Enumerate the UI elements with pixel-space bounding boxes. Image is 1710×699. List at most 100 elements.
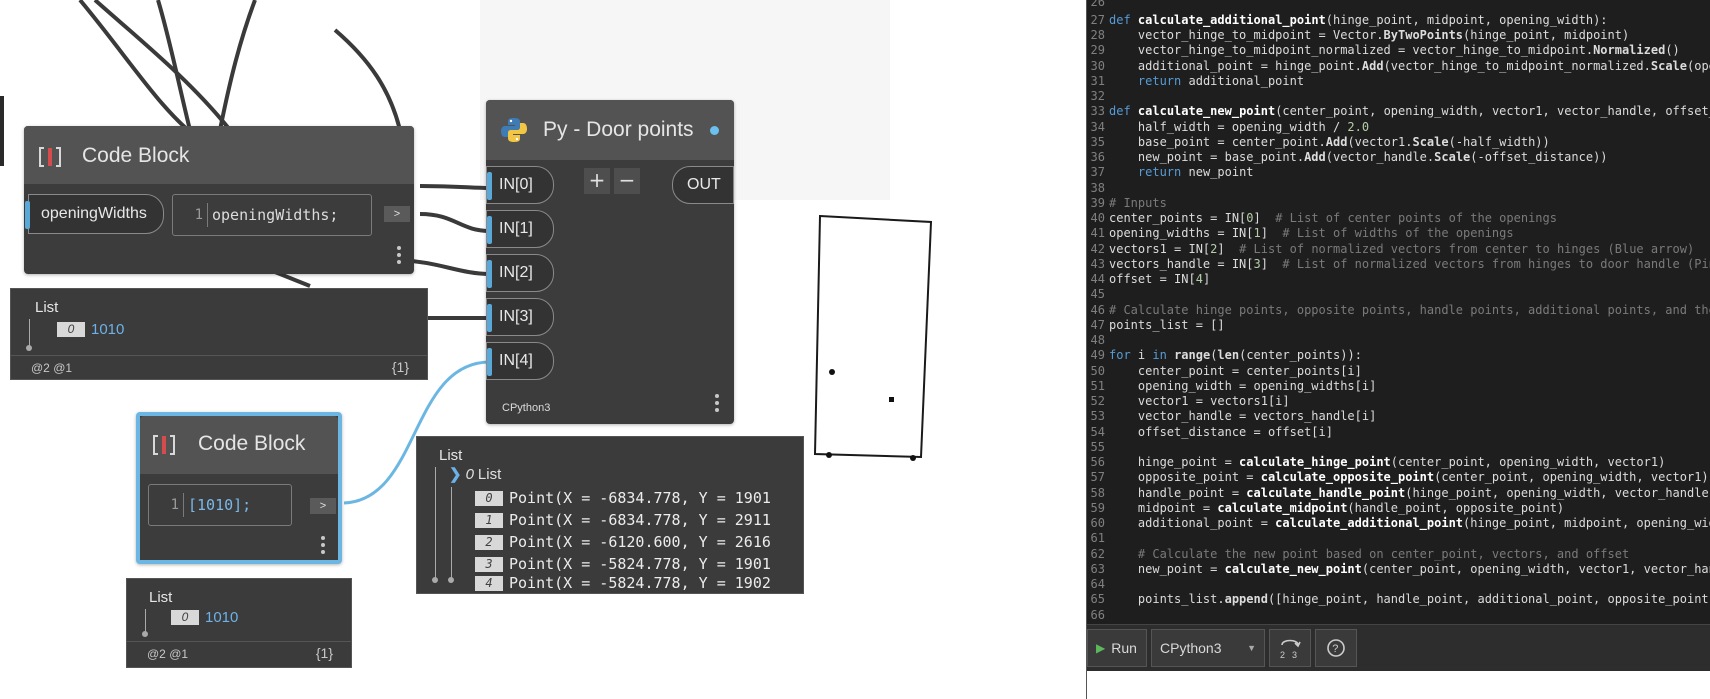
code-block-icon [39, 147, 61, 167]
list-item: 3 Point(X = -5824.778, Y = 1901 [475, 553, 771, 575]
engine-value: CPython3 [1160, 640, 1222, 656]
python-script-node[interactable]: Py - Door points IN[0] IN[1] IN[2] IN[3]… [486, 100, 734, 424]
node-menu-icon[interactable] [714, 394, 720, 416]
input-port-2[interactable]: IN[2] [486, 254, 554, 292]
input-port-0[interactable]: IN[0] [486, 166, 554, 204]
wire [156, 0, 192, 131]
list-index: 2 [475, 534, 503, 550]
sublist-index: 0 [465, 465, 474, 483]
port-label: IN[3] [499, 308, 533, 325]
add-input-button[interactable]: + [584, 168, 610, 194]
point-value: Point(X = -6834.778, Y = 2911 [509, 511, 771, 529]
input-port-openingWidths[interactable]: openingWidths [25, 194, 164, 234]
list-index: 4 [475, 575, 503, 591]
code-block-node-selected[interactable]: Code Block 1 [1010]; > [136, 412, 342, 564]
wire [333, 28, 402, 131]
node-header[interactable]: Code Block [24, 126, 414, 184]
watch-preview-bubble: List 0 1010 @2 @1 {1} [10, 288, 428, 380]
list-item: 0 1010 [57, 321, 124, 338]
preview-title: List [35, 299, 59, 316]
input-port-1[interactable]: IN[1] [486, 210, 554, 248]
code-text: openingWidths; [212, 206, 339, 224]
list-item: 0 Point(X = -6834.778, Y = 1901 [475, 487, 771, 509]
watch-preview-bubble: List 0 1010 @2 @1 {1} [126, 578, 352, 668]
editor-toolbar: ▶ Run CPython3 ▼ 2 3 ? [1087, 624, 1710, 672]
door-geometry-preview [813, 214, 933, 461]
run-label: Run [1111, 640, 1137, 656]
list-item: 0 1010 [171, 609, 238, 626]
output-port[interactable]: OUT [672, 166, 734, 204]
port-label: openingWidths [41, 205, 147, 222]
node-menu-icon[interactable] [396, 246, 402, 268]
sublist-label: List [477, 465, 502, 483]
node-title: Code Block [198, 432, 306, 455]
wire [419, 212, 491, 233]
svg-text:2: 2 [1280, 650, 1285, 660]
wire [419, 184, 491, 190]
node-title: Code Block [82, 144, 190, 167]
port-label: IN[4] [499, 352, 533, 369]
code-editor-field[interactable]: 1 openingWidths; [172, 194, 372, 236]
code-area[interactable]: 26 27 def calculate_additional_point(hing… [1087, 0, 1710, 624]
input-port-3[interactable]: IN[3] [486, 298, 554, 336]
line-number: 1 [170, 497, 179, 513]
point-value: Point(X = -6834.778, Y = 1901 [509, 489, 771, 507]
list-index: 0 [475, 490, 503, 506]
wire [218, 0, 257, 131]
help-button[interactable]: ? [1315, 629, 1357, 667]
preview-title: List [439, 447, 463, 464]
point-value: Point(X = -5824.778, Y = 1902 [509, 574, 771, 592]
engine-label: CPython3 [502, 402, 551, 414]
svg-text:3: 3 [1292, 650, 1297, 660]
list-item: 4 Point(X = -5824.778, Y = 1902 [475, 574, 771, 592]
python-script-editor[interactable]: 26 27 def calculate_additional_point(hing… [1086, 0, 1710, 699]
point-value: Point(X = -5824.778, Y = 1901 [509, 555, 771, 573]
watch-preview-bubble: List ❯ 0 List 0 Point(X = -6834.778, Y = … [416, 436, 804, 594]
engine-dropdown[interactable]: CPython3 ▼ [1151, 629, 1265, 667]
modified-indicator [710, 126, 719, 135]
editor-bottom-strip [1087, 671, 1710, 699]
migration-assistant-icon: 2 3 [1280, 639, 1301, 660]
code-block-node[interactable]: Code Block openingWidths 1 openingWidths… [24, 126, 414, 274]
list-index: 3 [475, 556, 503, 572]
code-editor-field[interactable]: 1 [1010]; [148, 484, 292, 526]
line-number: 1 [194, 207, 203, 223]
graph-canvas[interactable]: Code Block openingWidths 1 openingWidths… [0, 0, 960, 699]
node-header[interactable]: Code Block [140, 416, 338, 474]
node-title: Py - Door points [543, 118, 694, 141]
convert-tabs-button[interactable]: 2 3 [1269, 629, 1311, 667]
preview-title: List [149, 589, 173, 606]
output-port[interactable]: > [384, 206, 410, 222]
list-item: 1 Point(X = -6834.778, Y = 2911 [475, 509, 771, 531]
chevron-down-icon: ▼ [1247, 643, 1256, 653]
list-index: 0 [171, 610, 199, 625]
port-label: IN[0] [499, 176, 533, 193]
chevron-down-icon[interactable]: ❯ [449, 465, 462, 483]
list-value: 1010 [205, 609, 239, 626]
output-port[interactable]: > [310, 498, 336, 514]
help-icon: ? [1327, 639, 1345, 657]
svg-text:?: ? [1332, 643, 1338, 655]
code-block-icon [153, 435, 175, 455]
port-label: OUT [687, 176, 721, 193]
port-label: IN[2] [499, 264, 533, 281]
list-value: 1010 [91, 321, 125, 338]
wire [78, 0, 202, 142]
list-levels: @2 @1 [31, 361, 73, 375]
list-item: 2 Point(X = -6120.600, Y = 2616 [475, 531, 771, 553]
remove-input-button[interactable]: − [614, 168, 640, 194]
port-label: IN[1] [499, 220, 533, 237]
run-button[interactable]: ▶ Run [1087, 629, 1147, 667]
list-index: 1 [475, 512, 503, 528]
python-icon [501, 118, 527, 142]
node-menu-icon[interactable] [320, 536, 326, 558]
point-value: Point(X = -6120.600, Y = 2616 [509, 533, 771, 551]
input-port-4[interactable]: IN[4] [486, 342, 554, 380]
sublist-header[interactable]: ❯ 0 List [449, 465, 502, 484]
list-levels: @2 @1 [147, 647, 189, 661]
list-count: {1} [315, 645, 333, 661]
code-text: [1010]; [188, 496, 252, 514]
play-icon: ▶ [1096, 641, 1106, 655]
node-header[interactable]: Py - Door points [486, 100, 734, 160]
list-index: 0 [57, 322, 85, 337]
